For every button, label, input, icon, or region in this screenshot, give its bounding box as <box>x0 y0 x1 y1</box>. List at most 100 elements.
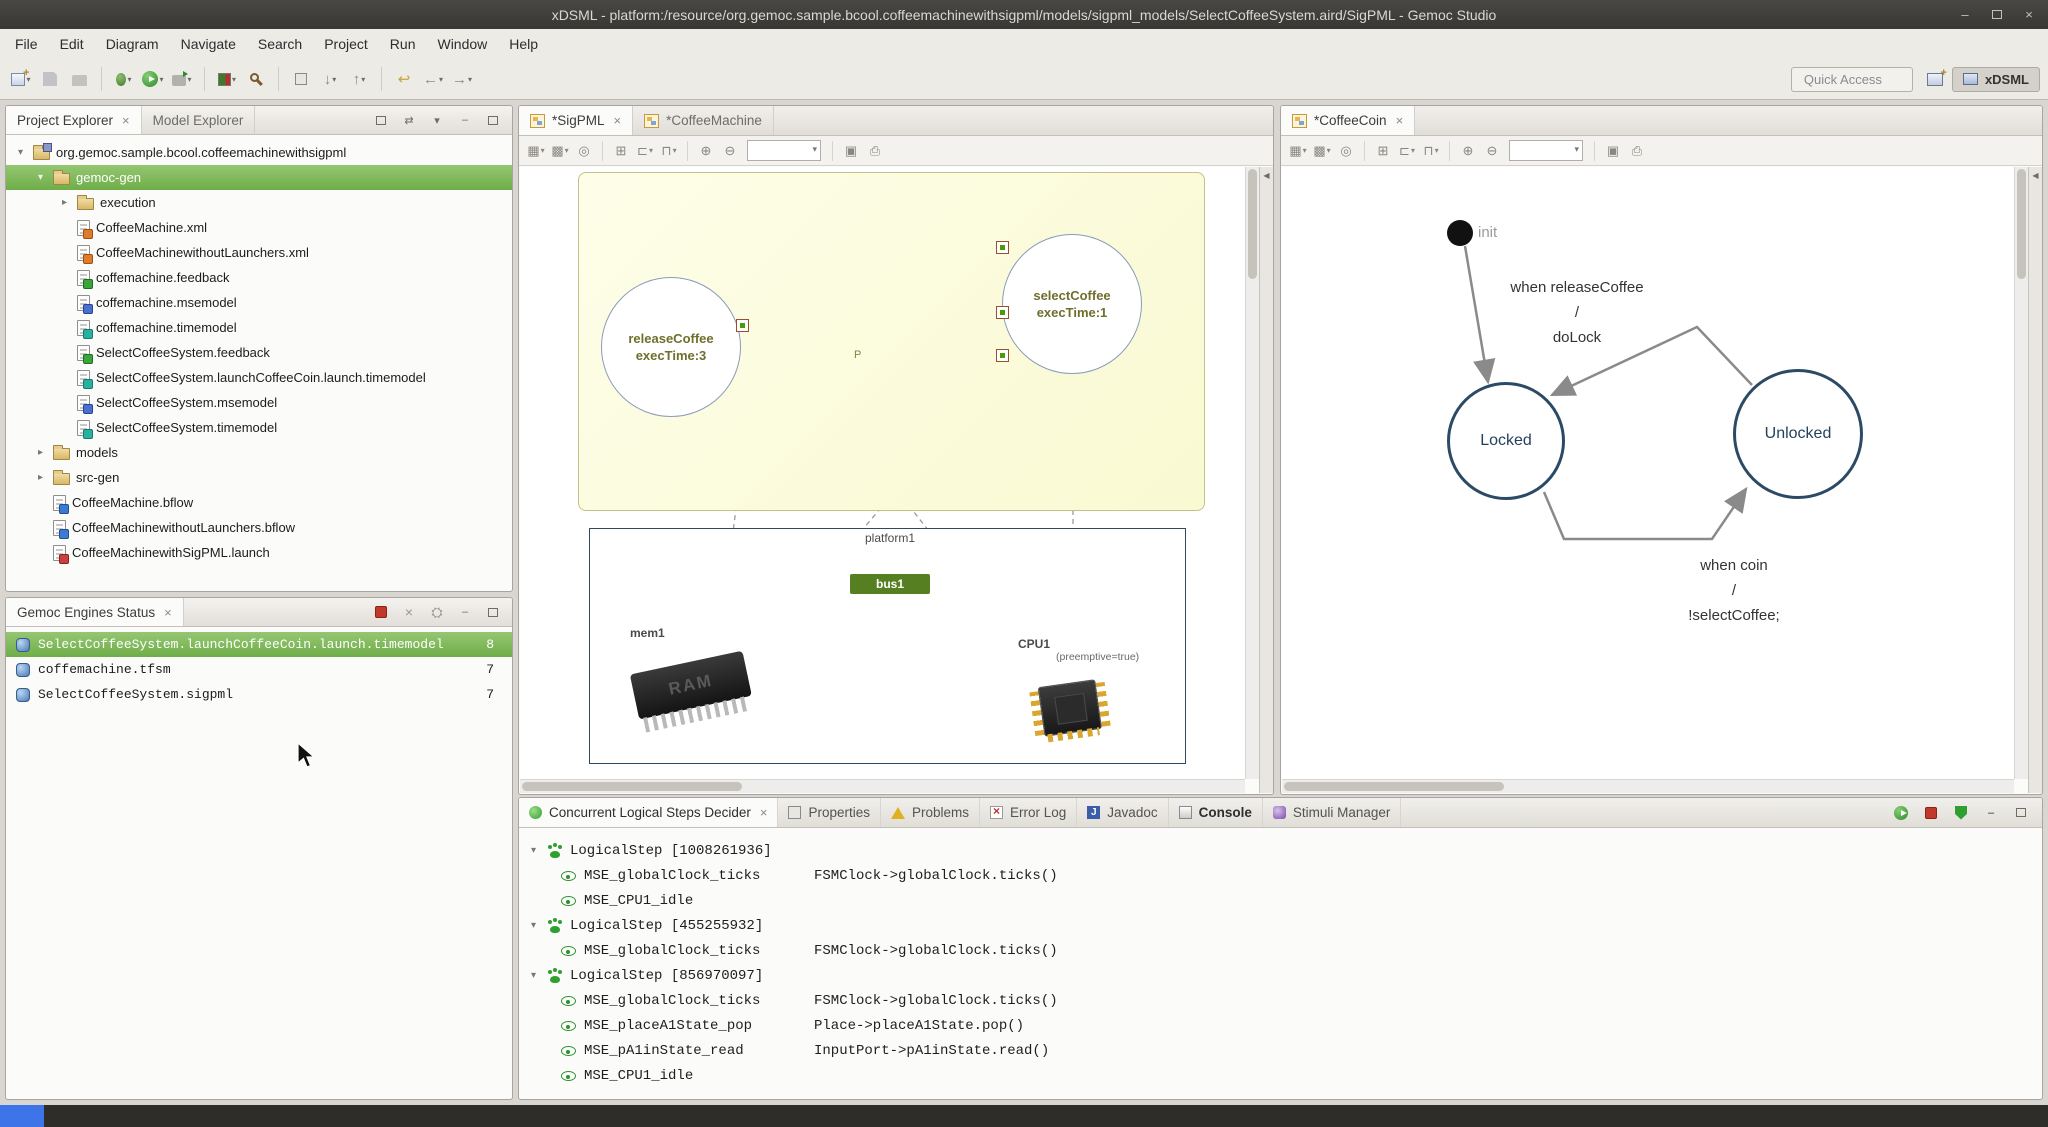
logical-step-row[interactable]: ▾ LogicalStep [1008261936] <box>520 838 2041 863</box>
tree-item-selected[interactable]: ▾gemoc-gen <box>6 165 512 190</box>
menu-help[interactable]: Help <box>498 31 549 57</box>
mse-row[interactable]: MSE_globalClock_ticks FSMClock->globalCl… <box>520 863 2041 888</box>
coffeecoin-diagram-canvas[interactable]: init when releaseCoffee / doLock Locked … <box>1282 167 2014 779</box>
tree-item[interactable]: CoffeeMachine.bflow <box>6 490 512 515</box>
view-menu-icon[interactable]: ▾ <box>428 111 446 129</box>
menu-edit[interactable]: Edit <box>49 31 95 57</box>
menu-search[interactable]: Search <box>247 31 313 57</box>
tree-item[interactable]: CoffeeMachinewithSigPML.launch <box>6 540 512 565</box>
output-port[interactable] <box>736 319 749 332</box>
expand-arrow-icon[interactable]: ▾ <box>14 147 27 158</box>
print-button[interactable] <box>66 66 92 92</box>
state-unlocked[interactable]: Unlocked <box>1733 369 1863 499</box>
scrollbar-thumb[interactable] <box>2017 169 2026 279</box>
forward-button[interactable]: →▾ <box>449 66 475 92</box>
tree-item[interactable]: SelectCoffeeSystem.msemodel <box>6 390 512 415</box>
next-annotation-button[interactable]: ↓▾ <box>317 66 343 92</box>
expand-arrow-icon[interactable]: ▸ <box>34 472 47 483</box>
actor-selectcoffee[interactable]: selectCoffee execTime:1 <box>1002 234 1142 374</box>
minimize-panel-icon[interactable]: – <box>1982 804 2000 822</box>
close-window-icon[interactable]: × <box>2022 7 2036 22</box>
maximize-panel-icon[interactable] <box>2012 804 2030 822</box>
expand-arrow-icon[interactable]: ▸ <box>34 447 47 458</box>
link-with-editor-icon[interactable]: ⇄ <box>400 111 418 129</box>
arrange-button[interactable]: ⊞ <box>611 140 631 162</box>
tree-item[interactable]: SelectCoffeeSystem.feedback <box>6 340 512 365</box>
layers-button[interactable]: ▦▾ <box>1288 140 1308 162</box>
back-button[interactable]: ←▾ <box>420 66 446 92</box>
zoom-out-button[interactable]: ⊖ <box>720 140 740 162</box>
pin-elements-button[interactable]: ◎ <box>574 140 594 162</box>
tree-item[interactable]: ▾org.gemoc.sample.bcool.coffeemachinewit… <box>6 140 512 165</box>
tree-item[interactable]: coffemachine.feedback <box>6 265 512 290</box>
export-image-button[interactable]: ▣ <box>1603 140 1623 162</box>
tree-item[interactable]: SelectCoffeeSystem.launchCoffeeCoin.laun… <box>6 365 512 390</box>
zoom-out-button[interactable]: ⊖ <box>1482 140 1502 162</box>
mse-row[interactable]: MSE_placeA1State_pop Place->placeA1State… <box>520 1013 2041 1038</box>
mse-row[interactable]: MSE_globalClock_ticks FSMClock->globalCl… <box>520 938 2041 963</box>
mse-row[interactable]: MSE_CPU1_idle <box>520 888 2041 913</box>
coverage-button[interactable]: ▾ <box>214 66 240 92</box>
toggle-mark-occurrences-button[interactable] <box>288 66 314 92</box>
tab-problems[interactable]: Problems <box>881 798 980 827</box>
print-diagram-button[interactable]: ⎙ <box>1627 140 1647 162</box>
collapsed-palette[interactable]: ◀ <box>1259 167 1273 793</box>
tab-console[interactable]: Console <box>1169 798 1263 827</box>
minimize-window-icon[interactable]: – <box>1958 7 1972 22</box>
tree-item[interactable]: SelectCoffeeSystem.timemodel <box>6 415 512 440</box>
tab-concurrent-logical-steps-decider[interactable]: Concurrent Logical Steps Decider × <box>519 798 778 827</box>
tab-sigpml[interactable]: *SigPML × <box>519 106 633 135</box>
close-tab-icon[interactable]: × <box>760 805 768 820</box>
tab-model-explorer[interactable]: Model Explorer <box>142 106 256 134</box>
menu-run[interactable]: Run <box>379 31 427 57</box>
actor-releasecoffee[interactable]: releaseCoffee execTime:3 <box>601 277 741 417</box>
input-port[interactable] <box>996 241 1009 254</box>
expand-arrow-icon[interactable]: ▸ <box>58 197 71 208</box>
input-port[interactable] <box>996 306 1009 319</box>
layers-button[interactable]: ▦▾ <box>526 140 546 162</box>
expand-palette-icon[interactable]: ◀ <box>1260 171 1273 180</box>
menu-project[interactable]: Project <box>313 31 379 57</box>
maximize-panel-icon[interactable] <box>484 111 502 129</box>
open-perspective-button[interactable] <box>1926 70 1944 88</box>
tab-properties[interactable]: Properties <box>778 798 881 827</box>
minimize-panel-icon[interactable]: – <box>456 603 474 621</box>
close-tab-icon[interactable]: × <box>122 113 130 128</box>
expand-arrow-icon[interactable]: ▾ <box>527 970 540 981</box>
initial-state-node[interactable] <box>1447 220 1473 246</box>
align-left-button[interactable]: ⊏▾ <box>635 140 655 162</box>
run-button[interactable]: ▾ <box>140 66 166 92</box>
align-top-button[interactable]: ⊓▾ <box>659 140 679 162</box>
tree-item[interactable]: coffemachine.msemodel <box>6 290 512 315</box>
previous-annotation-button[interactable]: ↑▾ <box>346 66 372 92</box>
tab-stimuli-manager[interactable]: Stimuli Manager <box>1263 798 1402 827</box>
arrange-button[interactable]: ⊞ <box>1373 140 1393 162</box>
engine-row[interactable]: coffemachine.tfsm 7 <box>6 657 512 682</box>
mse-row[interactable]: MSE_CPU1_idle <box>520 1063 2041 1088</box>
debug-button[interactable]: ▾ <box>111 66 137 92</box>
export-image-button[interactable]: ▣ <box>841 140 861 162</box>
last-edit-location-button[interactable]: ↩ <box>391 66 417 92</box>
align-top-button[interactable]: ⊓▾ <box>1421 140 1441 162</box>
stop-step-button[interactable] <box>1922 804 1940 822</box>
quick-access-field[interactable]: Quick Access <box>1791 67 1913 92</box>
scrollbar-thumb[interactable] <box>522 782 742 791</box>
zoom-level-combo[interactable] <box>1509 140 1583 161</box>
tab-coffeemachine[interactable]: *CoffeeMachine <box>633 106 774 135</box>
menu-window[interactable]: Window <box>426 31 498 57</box>
mse-row[interactable]: MSE_pA1inState_read InputPort->pA1inStat… <box>520 1038 2041 1063</box>
print-diagram-button[interactable]: ⎙ <box>865 140 885 162</box>
vertical-scrollbar[interactable] <box>1245 167 1259 779</box>
tree-item[interactable]: ▸execution <box>6 190 512 215</box>
collapsed-palette[interactable]: ◀ <box>2028 167 2042 793</box>
align-left-button[interactable]: ⊏▾ <box>1397 140 1417 162</box>
tab-error-log[interactable]: Error Log <box>980 798 1077 827</box>
tree-item[interactable]: ▸models <box>6 440 512 465</box>
menu-navigate[interactable]: Navigate <box>170 31 247 57</box>
menu-file[interactable]: File <box>4 31 49 57</box>
tree-item[interactable]: CoffeeMachinewithoutLaunchers.bflow <box>6 515 512 540</box>
perspective-xdsml-button[interactable]: xDSML <box>1952 67 2040 92</box>
save-button[interactable] <box>37 66 63 92</box>
new-wizard-button[interactable]: ▾ <box>8 66 34 92</box>
expand-palette-icon[interactable]: ◀ <box>2029 171 2042 180</box>
